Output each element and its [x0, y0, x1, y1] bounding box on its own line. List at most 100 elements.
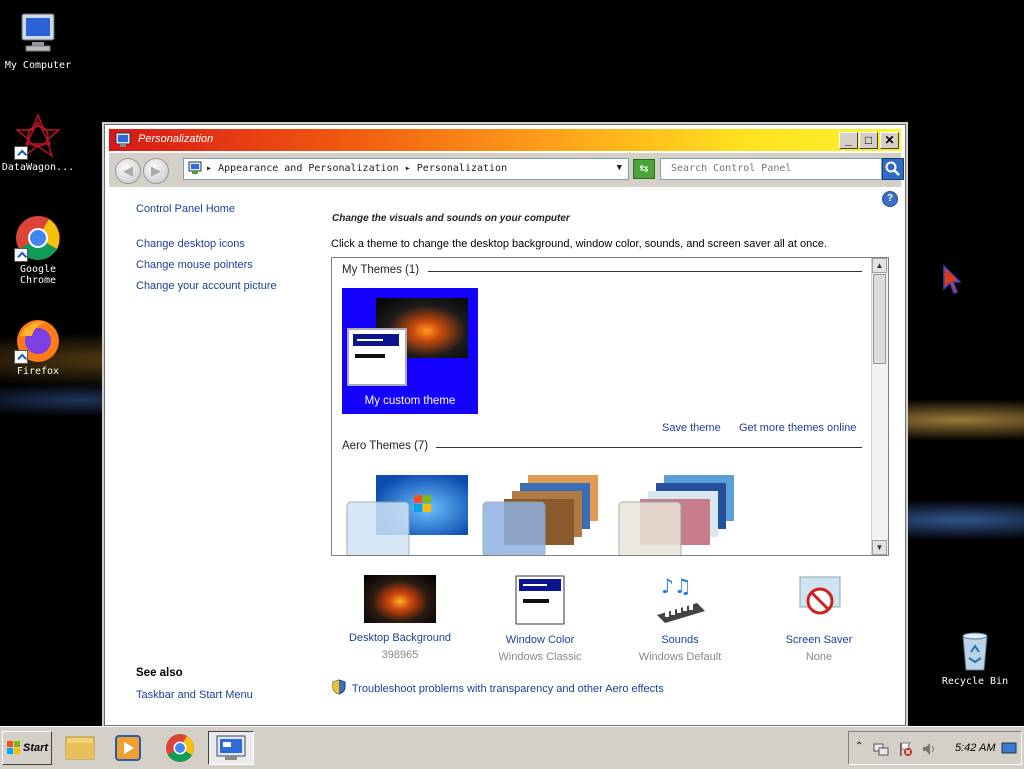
close-button[interactable]: ✕: [880, 132, 899, 149]
breadcrumb-separator: ▸: [206, 163, 213, 174]
system-tray: ⌃ 5:42 AM: [848, 731, 1022, 765]
title-bar[interactable]: Personalization _ □ ✕: [109, 129, 901, 151]
save-theme-link[interactable]: Save theme: [662, 422, 721, 434]
volume-icon[interactable]: [921, 741, 937, 757]
scroll-down-button[interactable]: ▼: [872, 540, 887, 555]
window-color-icon: [503, 575, 577, 625]
window-title: Personalization: [138, 133, 214, 145]
shortcut-arrow-icon: [14, 350, 28, 364]
breadcrumb-personalization[interactable]: Personalization: [417, 163, 507, 174]
scrollbar-thumb[interactable]: [873, 274, 886, 364]
shortcut-arrow-icon: [14, 248, 28, 262]
desktop-icon-chrome[interactable]: Google Chrome: [0, 214, 76, 286]
firefox-icon: [14, 316, 62, 364]
back-button[interactable]: ◀: [115, 158, 141, 184]
search-icon: [885, 161, 900, 176]
start-label: Start: [23, 742, 49, 754]
divider: [428, 271, 862, 272]
desktop-icon-my-computer[interactable]: My Computer: [0, 10, 76, 71]
start-button[interactable]: Start: [2, 731, 52, 765]
search-box[interactable]: [660, 158, 882, 180]
search-input[interactable]: [669, 162, 873, 175]
control-panel-icon: [188, 161, 202, 174]
tile-label: Screen Saver: [785, 634, 853, 646]
tile-value: None: [805, 651, 833, 663]
maximize-button[interactable]: □: [859, 132, 878, 149]
personalization-app-icon: [216, 735, 246, 760]
windows-logo-icon: [7, 741, 20, 754]
back-arrow-icon: ◀: [123, 163, 133, 178]
minimize-button[interactable]: _: [839, 132, 858, 149]
window-color-tile[interactable]: Window Color Windows Classic: [480, 575, 600, 663]
divider: [436, 447, 862, 448]
desktop-icon-firefox[interactable]: Firefox: [0, 316, 76, 377]
control-panel-home-link[interactable]: Control Panel Home: [136, 203, 235, 215]
desktop-icon-label: My Computer: [4, 60, 72, 71]
theme-windows-7[interactable]: [344, 475, 472, 555]
get-more-themes-link[interactable]: Get more themes online: [739, 422, 856, 434]
taskbar-personalization[interactable]: [208, 731, 254, 765]
instruction-text: Click a theme to change the desktop back…: [331, 238, 827, 250]
breadcrumb-appearance[interactable]: Appearance and Personalization: [218, 163, 399, 174]
action-center-flag-icon[interactable]: [897, 741, 913, 757]
mouse-cursor-icon: [943, 265, 961, 294]
show-hidden-icons-button[interactable]: ⌃: [855, 741, 863, 752]
desktop-icon-label: DataWagon...: [1, 162, 75, 173]
help-button[interactable]: ?: [882, 191, 898, 207]
chrome-icon: [166, 734, 194, 762]
desktop-background-icon: [364, 575, 436, 623]
tile-value: Windows Classic: [498, 651, 582, 663]
troubleshoot-link-row[interactable]: Troubleshoot problems with transparency …: [332, 679, 664, 695]
taskbar-media-player[interactable]: [108, 731, 148, 765]
theme-nature[interactable]: [616, 475, 744, 555]
search-button[interactable]: [882, 158, 904, 180]
personalization-window: Personalization _ □ ✕ ◀ ▶ ▸ Appearance a…: [104, 124, 906, 726]
themes-scrollbar[interactable]: ▲ ▼: [871, 258, 888, 555]
screen-saver-icon: [782, 575, 856, 625]
shortcut-arrow-icon: [14, 146, 28, 160]
computer-icon: [14, 10, 62, 58]
folder-icon: [65, 736, 95, 760]
screen-saver-tile[interactable]: Screen Saver None: [759, 575, 879, 663]
themes-list[interactable]: My Themes (1) My custom theme Save theme…: [331, 257, 889, 556]
change-account-picture-link[interactable]: Change your account picture: [136, 280, 277, 292]
taskbar-explorer[interactable]: [60, 731, 100, 765]
refresh-button[interactable]: ⇆: [633, 159, 655, 179]
chrome-icon: [14, 214, 62, 262]
address-bar[interactable]: ▸ Appearance and Personalization ▸ Perso…: [183, 158, 629, 180]
desktop-icon-label: Recycle Bin: [941, 676, 1009, 687]
page-heading: Change the visuals and sounds on your co…: [332, 213, 570, 224]
taskbar-start-menu-link[interactable]: Taskbar and Start Menu: [136, 689, 253, 701]
theme-preview-window: [347, 328, 407, 386]
desktop-icon-datawagon[interactable]: DataWagon...: [0, 112, 76, 173]
forward-button[interactable]: ▶: [143, 158, 169, 184]
see-also-heading: See also: [136, 667, 183, 679]
change-desktop-icons-link[interactable]: Change desktop icons: [136, 238, 245, 250]
tile-label: Window Color: [505, 634, 575, 646]
breadcrumb-separator: ▸: [404, 163, 411, 174]
scroll-up-button[interactable]: ▲: [872, 258, 887, 273]
personalization-app-icon: [115, 132, 131, 147]
clock[interactable]: 5:42 AM: [955, 742, 996, 754]
desktop-background-tile[interactable]: Desktop Background 398965: [340, 575, 460, 661]
sounds-tile[interactable]: ♪♫ Sounds Windows Default: [620, 574, 740, 663]
troubleshoot-link[interactable]: Troubleshoot problems with transparency …: [352, 683, 664, 695]
network-icon[interactable]: [873, 741, 889, 757]
desktop-icon-recycle-bin[interactable]: Recycle Bin: [937, 626, 1013, 687]
desktop-icon-label: Firefox: [16, 366, 60, 377]
change-mouse-pointers-link[interactable]: Change mouse pointers: [136, 259, 253, 271]
recycle-bin-icon: [951, 626, 999, 674]
forward-arrow-icon: ▶: [151, 163, 161, 178]
datawagon-icon: [14, 112, 62, 160]
theme-architecture[interactable]: [480, 475, 608, 555]
my-themes-heading: My Themes (1): [342, 264, 420, 276]
theme-my-custom-theme[interactable]: My custom theme: [342, 288, 478, 414]
navigation-bar: ◀ ▶ ▸ Appearance and Personalization ▸ P…: [109, 153, 904, 187]
taskbar-chrome[interactable]: [160, 731, 200, 765]
media-player-icon: [115, 735, 141, 761]
tile-label: Sounds: [661, 634, 699, 646]
help-icon: ?: [886, 193, 894, 204]
theme-label: My custom theme: [364, 395, 456, 407]
address-dropdown-icon[interactable]: ▼: [617, 163, 622, 173]
show-desktop-icon[interactable]: [1001, 742, 1017, 755]
